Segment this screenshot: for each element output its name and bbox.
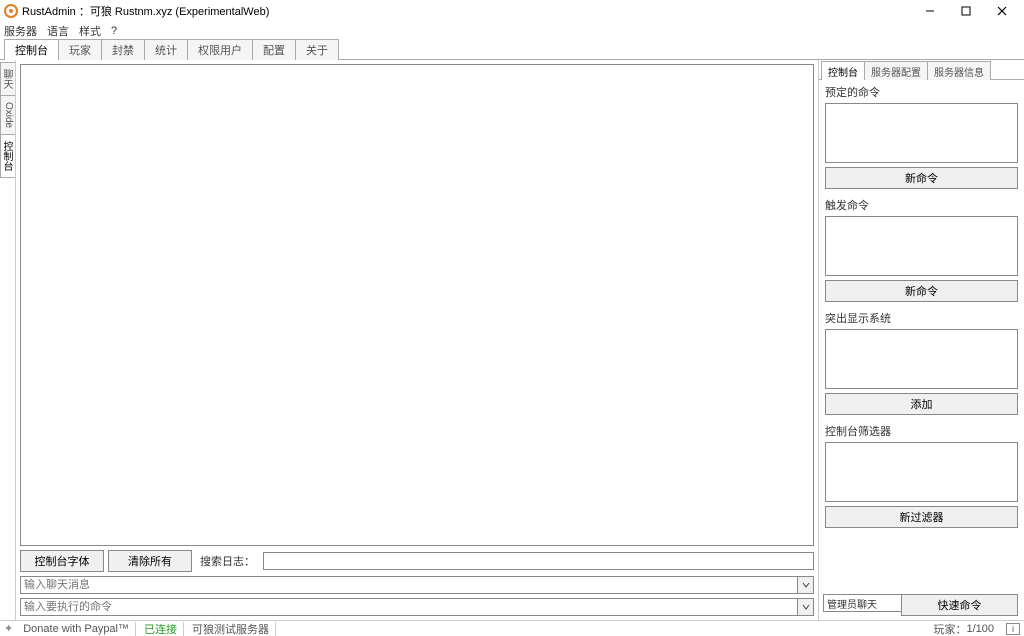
rtab-console[interactable]: 控制台 [821, 61, 865, 80]
connection-status: 已连接 [138, 622, 184, 636]
status-bar: ✦ Donate with Paypal™ 已连接 可狼测试服务器 玩家： 1/… [0, 620, 1024, 636]
tab-stats[interactable]: 统计 [144, 39, 188, 60]
right-panel: 控制台 服务器配置 服务器信息 预定的命令 新命令 触发命令 新命令 突出显示系… [818, 60, 1024, 620]
right-body: 预定的命令 新命令 触发命令 新命令 突出显示系统 添加 控制台筛选器 新过滤器 [819, 80, 1024, 590]
center-column: 控制台字体 清除所有 搜索日志： [16, 60, 818, 620]
server-name-status: 可狼测试服务器 [186, 622, 276, 636]
menu-help[interactable]: ? [111, 25, 117, 37]
highlight-label: 突出显示系统 [825, 310, 1018, 326]
quick-command-button[interactable]: 快速命令 [901, 594, 1018, 616]
chat-type-select[interactable] [823, 594, 897, 616]
close-button[interactable] [984, 1, 1020, 21]
scheduled-commands-group: 预定的命令 新命令 [825, 84, 1018, 189]
tab-bans[interactable]: 封禁 [101, 39, 145, 60]
info-icon[interactable]: i [1006, 623, 1020, 635]
rtab-server-info[interactable]: 服务器信息 [927, 61, 991, 80]
filter-label: 控制台筛选器 [825, 423, 1018, 439]
scheduled-new-button[interactable]: 新命令 [825, 167, 1018, 189]
console-font-button[interactable]: 控制台字体 [20, 550, 104, 572]
chat-input[interactable] [20, 576, 798, 594]
vtab-chat[interactable]: 聊天 [0, 62, 15, 96]
trigger-label: 触发命令 [825, 197, 1018, 213]
rtab-server-config[interactable]: 服务器配置 [864, 61, 928, 80]
command-input-wrap [20, 598, 814, 616]
players-label: 玩家： [933, 621, 966, 636]
search-log-input[interactable] [263, 552, 814, 570]
menu-style[interactable]: 样式 [79, 23, 101, 39]
minimize-button[interactable] [912, 1, 948, 21]
clear-all-button[interactable]: 清除所有 [108, 550, 192, 572]
window-buttons [912, 1, 1020, 21]
console-output[interactable] [20, 64, 814, 546]
right-tabstrip: 控制台 服务器配置 服务器信息 [819, 60, 1024, 80]
quick-command-row: 快速命令 [819, 590, 1024, 620]
command-input[interactable] [20, 598, 798, 616]
command-input-dropdown[interactable] [798, 598, 814, 616]
donate-link[interactable]: Donate with Paypal™ [17, 622, 136, 636]
search-log-label: 搜索日志： [196, 553, 259, 569]
filter-new-button[interactable]: 新过滤器 [825, 506, 1018, 528]
vertical-tabs: 聊天 Oxide 控制台 [0, 60, 16, 620]
filter-list[interactable] [825, 442, 1018, 502]
tab-console[interactable]: 控制台 [4, 39, 59, 60]
players-value: 1/100 [966, 623, 994, 635]
chat-input-wrap [20, 576, 814, 594]
title-bar: RustAdmin ：可狼 Rustnm.xyz (ExperimentalWe… [0, 0, 1024, 22]
paypal-icon: ✦ [4, 622, 15, 635]
highlight-system-group: 突出显示系统 添加 [825, 310, 1018, 415]
highlight-add-button[interactable]: 添加 [825, 393, 1018, 415]
menu-bar: 服务器 语言 样式 ? [0, 22, 1024, 40]
console-toolbar: 控制台字体 清除所有 搜索日志： [20, 546, 814, 576]
highlight-list[interactable] [825, 329, 1018, 389]
vtab-console[interactable]: 控制台 [0, 134, 15, 178]
top-tabstrip: 控制台 玩家 封禁 统计 权限用户 配置 关于 [0, 40, 1024, 60]
scheduled-label: 预定的命令 [825, 84, 1018, 100]
trigger-commands-group: 触发命令 新命令 [825, 197, 1018, 302]
app-icon [4, 4, 18, 18]
tab-players[interactable]: 玩家 [58, 39, 102, 60]
maximize-button[interactable] [948, 1, 984, 21]
tab-config[interactable]: 配置 [252, 39, 296, 60]
trigger-new-button[interactable]: 新命令 [825, 280, 1018, 302]
window-title: RustAdmin ：可狼 Rustnm.xyz (ExperimentalWe… [22, 3, 912, 19]
chat-input-row [20, 576, 814, 598]
player-count: 玩家： 1/100 [927, 622, 1000, 636]
command-input-row [20, 598, 814, 620]
vtab-oxide[interactable]: Oxide [0, 95, 15, 135]
trigger-list[interactable] [825, 216, 1018, 276]
tab-privileged[interactable]: 权限用户 [187, 39, 253, 60]
chat-input-dropdown[interactable] [798, 576, 814, 594]
menu-language[interactable]: 语言 [47, 23, 69, 39]
console-filter-group: 控制台筛选器 新过滤器 [825, 423, 1018, 528]
main-area: 聊天 Oxide 控制台 控制台字体 清除所有 搜索日志： 控制台 [0, 60, 1024, 620]
menu-server[interactable]: 服务器 [4, 23, 37, 39]
scheduled-list[interactable] [825, 103, 1018, 163]
tab-about[interactable]: 关于 [295, 39, 339, 60]
